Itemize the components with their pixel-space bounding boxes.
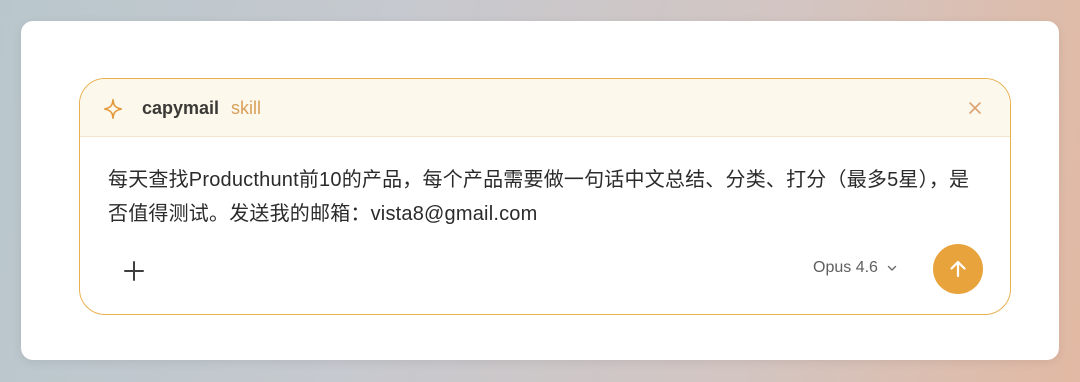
close-icon[interactable]	[966, 99, 984, 117]
skill-header: capymail skill	[80, 79, 1010, 137]
prompt-input[interactable]: 每天查找Producthunt前10的产品，每个产品需要做一句话中文总结、分类、…	[108, 163, 988, 231]
dialog-card: capymail skill 每天查找Producthunt前10的产品，每个产…	[21, 21, 1059, 360]
skill-name: capymail	[142, 98, 220, 118]
add-button[interactable]	[120, 257, 148, 285]
skill-tag: skill	[231, 98, 261, 118]
chevron-down-icon	[887, 265, 897, 271]
sparkle-icon	[103, 99, 123, 119]
model-selector[interactable]: Opus 4.6	[813, 259, 898, 277]
prompt-composer[interactable]: capymail skill 每天查找Producthunt前10的产品，每个产…	[79, 78, 1011, 315]
arrow-up-icon	[950, 260, 966, 278]
send-button[interactable]	[933, 244, 983, 294]
model-label: Opus 4.6	[813, 259, 878, 276]
